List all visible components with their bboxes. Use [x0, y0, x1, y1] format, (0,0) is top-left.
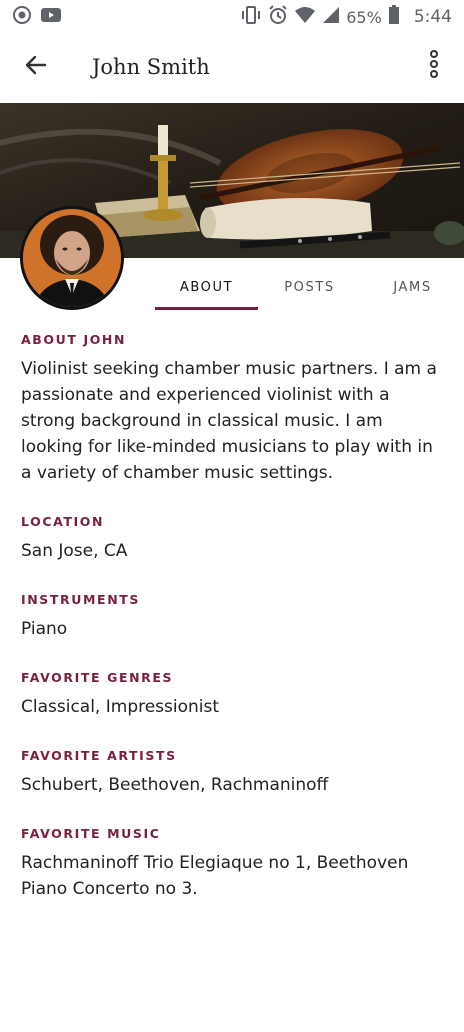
- section-label: ABOUT JOHN: [21, 332, 127, 347]
- tab-posts[interactable]: POSTS: [258, 264, 361, 310]
- youtube-icon: [40, 6, 62, 29]
- section-label: FAVORITE MUSIC: [21, 826, 161, 841]
- active-tab-indicator: [155, 307, 258, 310]
- arrow-back-icon: [25, 55, 47, 80]
- clock-time: 5:44: [413, 7, 452, 27]
- section-instruments: INSTRUMENTS Piano: [21, 592, 441, 642]
- alarm-icon: [268, 5, 288, 29]
- section-about: ABOUT JOHN Violinist seeking chamber mus…: [21, 332, 441, 486]
- battery-icon: [388, 5, 400, 29]
- section-favorite-music: FAVORITE MUSIC Rachmaninoff Trio Elegiaq…: [21, 826, 441, 902]
- tab-about[interactable]: ABOUT: [155, 264, 258, 310]
- app-bar: John Smith: [0, 34, 464, 100]
- profile-tabs: ABOUT POSTS JAMS: [155, 264, 464, 310]
- section-label: FAVORITE ARTISTS: [21, 748, 177, 763]
- back-button[interactable]: [6, 37, 66, 97]
- wifi-icon: [294, 6, 316, 28]
- section-text: Violinist seeking chamber music partners…: [21, 359, 437, 483]
- status-bar: 65% 5:44: [0, 0, 464, 34]
- signal-icon: [322, 6, 340, 28]
- section-location: LOCATION San Jose, CA: [21, 514, 441, 564]
- section-text: Schubert, Beethoven, Rachmaninoff: [21, 775, 329, 795]
- avatar[interactable]: [20, 206, 124, 310]
- tab-jams[interactable]: JAMS: [361, 264, 464, 310]
- vibrate-icon: [240, 5, 262, 29]
- section-text: Classical, Impressionist: [21, 697, 220, 717]
- status-left: [12, 5, 62, 30]
- section-text: San Jose, CA: [21, 541, 128, 561]
- battery-percent: 65%: [346, 7, 382, 27]
- section-label: FAVORITE GENRES: [21, 670, 174, 685]
- section-favorite-artists: FAVORITE ARTISTS Schubert, Beethoven, Ra…: [21, 748, 441, 798]
- status-right: 65% 5:44: [240, 5, 452, 29]
- section-text: Piano: [21, 619, 68, 639]
- profile-details: ABOUT JOHN Violinist seeking chamber mus…: [21, 332, 441, 930]
- page-title: John Smith: [92, 55, 210, 79]
- section-label: INSTRUMENTS: [21, 592, 140, 607]
- section-favorite-genres: FAVORITE GENRES Classical, Impressionist: [21, 670, 441, 720]
- record-icon: [12, 5, 32, 30]
- more-vert-icon: [429, 49, 439, 83]
- more-options-button[interactable]: [422, 46, 446, 86]
- section-text: Rachmaninoff Trio Elegiaque no 1, Beetho…: [21, 853, 409, 899]
- section-label: LOCATION: [21, 514, 105, 529]
